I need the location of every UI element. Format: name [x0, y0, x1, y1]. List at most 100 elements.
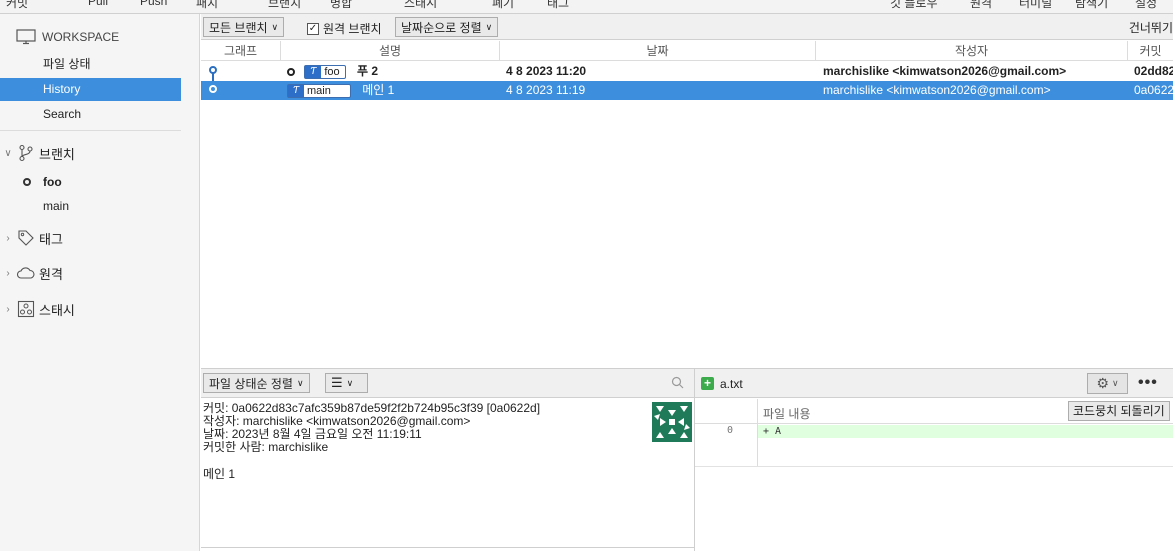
diff-end-divider [695, 466, 1173, 467]
toolbar-merge-button[interactable]: 병합 [330, 0, 352, 11]
view-mode-dropdown[interactable]: ☰ ∨ [325, 373, 368, 393]
commit-hash: 0a0622 [1134, 83, 1173, 97]
toolbar-commit-button[interactable]: 커밋 [6, 0, 28, 11]
branch-label-main[interactable]: Ƭ main [287, 83, 351, 98]
file-sort-dropdown[interactable]: 파일 상태순 정렬 ∨ [203, 373, 310, 393]
tag-icon [18, 230, 34, 246]
toolbar-tag-button[interactable]: 태그 [547, 0, 569, 11]
sidebar-group-remotes[interactable]: › 원격 [3, 262, 63, 284]
history-filter-bar: 모든 브랜치 ∨ ✓ 원격 브랜치 날짜순으로 정렬 ∨ 건너뛰기 [201, 14, 1173, 40]
toolbar-push-button[interactable]: Push [140, 0, 167, 8]
commit-date: 4 8 2023 11:20 [506, 64, 587, 78]
toolbar-explorer-button[interactable]: 탐색기 [1075, 0, 1108, 11]
branches-label: 브랜치 [39, 146, 75, 162]
branch-filter-dropdown[interactable]: 모든 브랜치 ∨ [203, 17, 285, 37]
sidebar-item-history[interactable]: History [0, 78, 181, 101]
sidebar-item-file-status[interactable]: 파일 상태 [0, 53, 181, 76]
branch-filter-label: 모든 브랜치 [209, 20, 268, 35]
remotes-label: 원격 [39, 266, 63, 282]
sidebar-group-stashes[interactable]: › 스태시 [3, 298, 75, 320]
workspace-label: WORKSPACE [42, 30, 120, 44]
chevron-down-icon: ∨ [485, 21, 493, 32]
sidebar-group-branches[interactable]: ∨ 브랜치 [3, 142, 75, 164]
remote-branches-label: 원격 브랜치 [323, 22, 382, 36]
sort-dropdown[interactable]: 날짜순으로 정렬 ∨ [395, 17, 499, 37]
commit-author: marchislike <kimwatson2026@gmail.com> [823, 83, 1051, 97]
list-icon: ☰ [331, 375, 343, 390]
more-options-button[interactable]: ••• [1138, 374, 1158, 392]
commit-message: 메인 1 [362, 83, 395, 97]
monitor-icon [16, 29, 36, 45]
branch-label-text: main [307, 84, 331, 97]
chevron-down-icon: ∨ [4, 147, 12, 159]
sidebar-divider [0, 130, 181, 131]
checkbox-checked-icon: ✓ [307, 22, 319, 35]
sidebar-branch-main[interactable]: main [43, 196, 69, 216]
chevron-down-icon: ∨ [1111, 378, 1119, 388]
table-row[interactable]: Ƭ main 메인 1 4 8 2023 11:19 marchislike <… [201, 81, 1173, 100]
commit-hash: 02dd82 [1134, 64, 1173, 78]
toolbar-terminal-button[interactable]: 터미널 [1019, 0, 1052, 11]
workspace-header: WORKSPACE [16, 27, 119, 47]
toolbar-pull-button[interactable]: Pull [88, 0, 108, 8]
diff-added-line: + A [758, 425, 1173, 438]
branch-label-text: foo [324, 65, 340, 78]
remote-branches-checkbox[interactable]: ✓ 원격 브랜치 [307, 20, 382, 37]
file-sort-label: 파일 상태순 정렬 [209, 376, 293, 391]
main-toolbar: 커밋 Pull Push 패치 브랜치 병합 스태시 폐기 태그 깃 플로우 원… [0, 0, 1173, 14]
revert-hunk-button[interactable]: 코드뭉치 되돌리기 [1068, 401, 1170, 421]
commit-author: marchislike <kimwatson2026@gmail.com> [823, 64, 1067, 78]
column-author[interactable]: 작성자 [816, 41, 1128, 61]
toolbar-settings-button[interactable]: 설정 [1135, 0, 1157, 11]
toolbar-fetch-button[interactable]: 패치 [196, 0, 218, 11]
file-list-toolbar: 파일 상태순 정렬 ∨ ☰ ∨ [201, 369, 694, 398]
head-indicator-icon [287, 67, 295, 76]
column-description[interactable]: 설명 [281, 41, 500, 61]
toolbar-branch-button[interactable]: 브랜치 [268, 0, 301, 11]
graph-node [209, 85, 217, 93]
chevron-down-icon: ∨ [296, 377, 304, 388]
chevron-right-icon: › [6, 303, 10, 315]
toolbar-discard-button[interactable]: 폐기 [492, 0, 514, 11]
commit-date: 4 8 2023 11:19 [506, 83, 586, 97]
committer-line: 커밋한 사람: marchislike [203, 440, 329, 454]
sort-label: 날짜순으로 정렬 [401, 20, 482, 35]
toolbar-gitflow-button[interactable]: 깃 플로우 [890, 0, 938, 11]
stash-icon [17, 300, 35, 318]
sidebar-item-search[interactable]: Search [0, 103, 181, 126]
cloud-icon [17, 267, 35, 279]
bottom-divider [201, 547, 694, 548]
description-cell: Ƭ main 메인 1 [287, 81, 394, 100]
diff-line-number: 0 [727, 425, 734, 436]
commit-message-body: 메인 1 [203, 467, 236, 481]
toolbar-stash-button[interactable]: 스태시 [404, 0, 437, 11]
hunk-label: 파일 내용 [763, 407, 811, 421]
branch-icon [19, 144, 33, 162]
diff-file-name: a.txt [720, 377, 743, 391]
stashes-label: 스태시 [39, 302, 75, 318]
history-table-header: 그래프 설명 날짜 작성자 커밋 [201, 41, 1173, 61]
toolbar-remote-button[interactable]: 원격 [970, 0, 992, 11]
author-avatar [652, 402, 692, 442]
description-cell: Ƭ foo 푸 2 [287, 62, 378, 81]
chevron-right-icon: › [6, 232, 10, 244]
branch-icon: Ƭ [305, 65, 322, 78]
branch-label-foo[interactable]: Ƭ foo [304, 64, 346, 79]
tags-label: 태그 [39, 231, 63, 247]
search-icon[interactable] [671, 376, 684, 389]
table-row[interactable]: Ƭ foo 푸 2 4 8 2023 11:20 marchislike <ki… [201, 62, 1173, 81]
commit-message: 푸 2 [356, 64, 379, 78]
sidebar-group-tags[interactable]: › 태그 [3, 227, 63, 249]
skip-label[interactable]: 건너뛰기 [1129, 19, 1173, 36]
diff-settings-button[interactable]: ⚙ ∨ [1087, 373, 1128, 394]
sidebar-branch-foo[interactable]: foo [43, 172, 62, 192]
gear-icon: ⚙ [1096, 375, 1109, 391]
sidebar: WORKSPACE 파일 상태 History Search ∨ 브랜치 foo… [0, 14, 200, 551]
chevron-right-icon: › [6, 267, 10, 279]
column-graph[interactable]: 그래프 [201, 41, 281, 61]
chevron-down-icon: ∨ [346, 377, 354, 388]
column-commit[interactable]: 커밋 [1128, 41, 1173, 61]
current-branch-icon [23, 178, 31, 186]
column-date[interactable]: 날짜 [500, 41, 816, 61]
